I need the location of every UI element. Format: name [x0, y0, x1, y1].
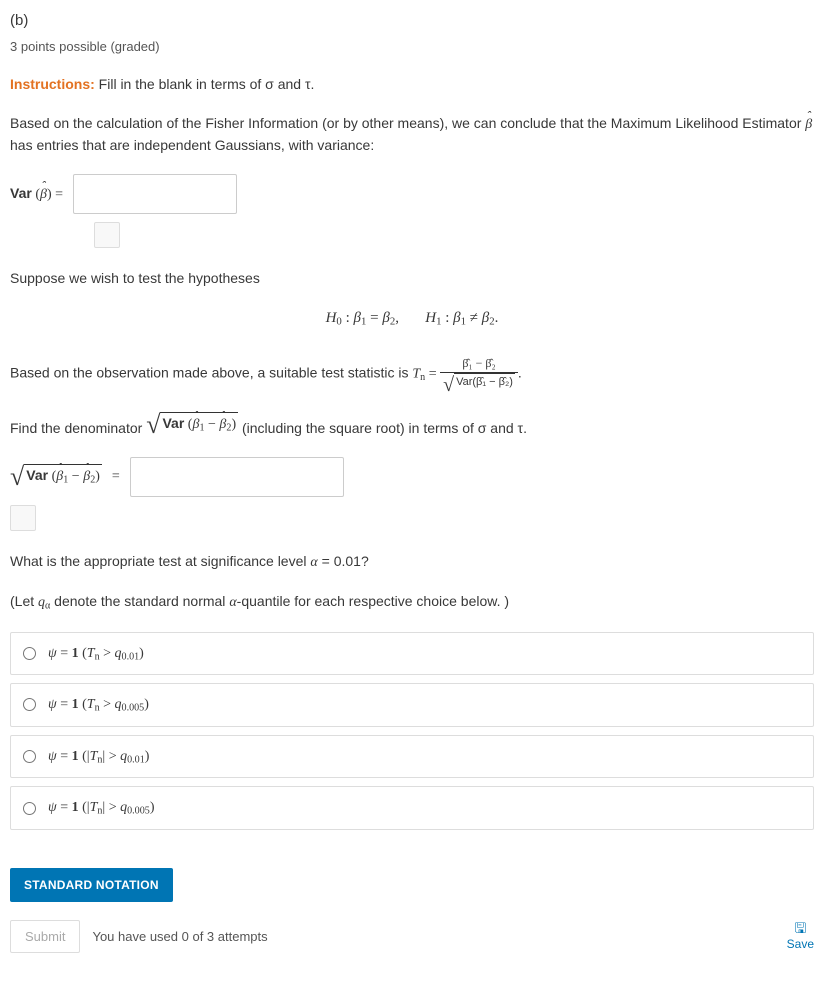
paragraph-hypotheses-intro: Suppose we wish to test the hypotheses — [10, 268, 814, 289]
eq-sym: = — [425, 367, 440, 382]
status-box-1[interactable] — [94, 222, 120, 248]
save-label: Save — [787, 937, 814, 951]
instructions-line: Instructions: Fill in the blank in terms… — [10, 74, 814, 95]
sqrt-var-input[interactable] — [130, 457, 344, 497]
choice-2-label: ψ = 1 (Tn > q0.005) — [48, 694, 149, 716]
sqrt-var-row: √Var (ˆβ1 − ˆβ2) = — [10, 457, 814, 497]
para4-b: (including the square root) in terms of … — [238, 420, 527, 436]
choice-1-radio[interactable] — [23, 647, 36, 660]
eq-sym-2: = — [112, 466, 120, 487]
hypotheses-display: H0 : β1 = β2, H1 : β1 ≠ β2. — [10, 307, 814, 330]
para3-a: Based on the observation made above, a s… — [10, 365, 412, 381]
beta-hat-symbol: ˆβ — [805, 114, 812, 135]
paragraph-fisher: Based on the calculation of the Fisher I… — [10, 113, 814, 156]
save-button[interactable]: 🖫 Save — [787, 921, 814, 953]
choice-2[interactable]: ψ = 1 (Tn > q0.005) — [10, 683, 814, 727]
choice-4-label: ψ = 1 (|Tn| > q0.005) — [48, 797, 154, 819]
sqrt-var-expr: √Var (ˆβ1 − ˆβ2) — [146, 412, 238, 438]
test-statistic-fraction: β̂₁ − β̂₂ √Var(β̂₁ − β̂₂) — [440, 354, 518, 394]
var-beta-label: Var (ˆβ) = — [10, 183, 63, 205]
paragraph-test-statistic: Based on the observation made above, a s… — [10, 354, 814, 394]
para4-a: Find the denominator — [10, 420, 146, 436]
para3-period: . — [518, 365, 522, 381]
choice-4[interactable]: ψ = 1 (|Tn| > q0.005) — [10, 786, 814, 830]
sqrt-var-label: √Var (ˆβ1 − ˆβ2) — [10, 464, 102, 490]
para1-a: Based on the calculation of the Fisher I… — [10, 115, 805, 131]
choice-3-label: ψ = 1 (|Tn| > q0.01) — [48, 746, 149, 768]
choice-3[interactable]: ψ = 1 (|Tn| > q0.01) — [10, 735, 814, 779]
points-possible: 3 points possible (graded) — [10, 37, 814, 57]
save-icon: 🖫 — [787, 921, 814, 935]
instructions-label: Instructions: — [10, 76, 95, 92]
part-label: (b) — [10, 10, 814, 33]
choice-2-radio[interactable] — [23, 698, 36, 711]
submit-button[interactable]: Submit — [10, 920, 80, 953]
attempts-text: You have used 0 of 3 attempts — [92, 927, 267, 947]
choice-3-radio[interactable] — [23, 750, 36, 763]
choice-1[interactable]: ψ = 1 (Tn > q0.01) — [10, 632, 814, 676]
status-box-2[interactable] — [10, 505, 36, 531]
var-beta-row: Var (ˆβ) = — [10, 174, 814, 214]
Tn-sym: T — [412, 367, 420, 382]
quantile-note: (Let qα denote the standard normal α-qua… — [10, 591, 814, 614]
choice-1-label: ψ = 1 (Tn > q0.01) — [48, 643, 144, 665]
footer-row: Submit You have used 0 of 3 attempts 🖫 S… — [10, 920, 814, 953]
para1-b: has entries that are independent Gaussia… — [10, 137, 374, 153]
instructions-text: Fill in the blank in terms of σ and τ. — [95, 76, 315, 92]
var-beta-input[interactable] — [73, 174, 237, 214]
question-appropriate-test: What is the appropriate test at signific… — [10, 551, 814, 573]
choice-4-radio[interactable] — [23, 802, 36, 815]
paragraph-find-denominator: Find the denominator √Var (ˆβ1 − ˆβ2) (i… — [10, 412, 814, 439]
standard-notation-button[interactable]: STANDARD NOTATION — [10, 868, 173, 902]
